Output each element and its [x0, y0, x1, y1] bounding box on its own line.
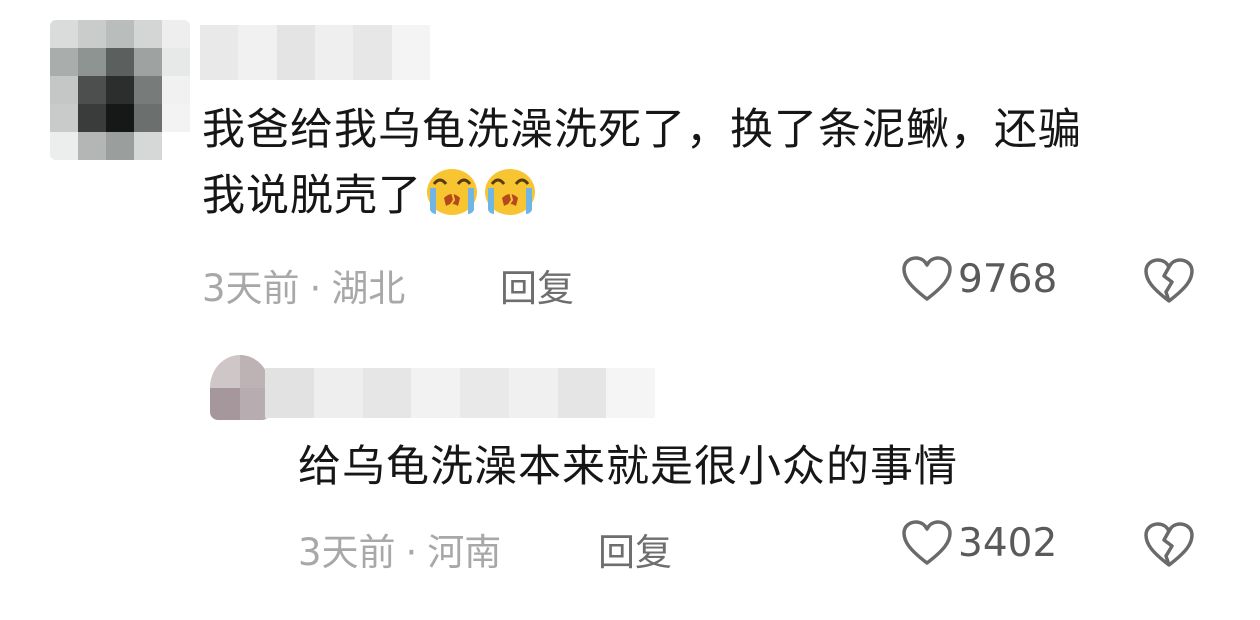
- comment-location: 湖北: [331, 267, 406, 310]
- reply-button[interactable]: 回复: [598, 522, 672, 576]
- comment-time: 3天前: [202, 267, 300, 310]
- reply-button[interactable]: 回复: [500, 258, 574, 312]
- commenter-avatar[interactable]: [50, 20, 190, 160]
- like-count: 9768: [958, 256, 1058, 302]
- broken-heart-icon: [1144, 258, 1194, 303]
- comment-time: 3天前: [298, 531, 396, 574]
- commenter-name-obscured[interactable]: [200, 25, 430, 80]
- meta-separator: ·: [309, 267, 322, 310]
- dislike-button[interactable]: [1142, 256, 1196, 306]
- comment-meta: 3天前 · 湖北: [202, 258, 405, 312]
- like-button[interactable]: 9768: [900, 254, 1057, 304]
- like-count: 3402: [958, 520, 1058, 566]
- comment-location: 河南: [427, 531, 502, 574]
- meta-separator: ·: [405, 531, 418, 574]
- broken-heart-icon: [1144, 522, 1194, 567]
- reply-commenter-name-obscured[interactable]: [265, 368, 655, 418]
- heart-outline-icon: [902, 520, 952, 565]
- crying-face-emoji: [427, 169, 477, 215]
- like-button[interactable]: 3402: [900, 518, 1057, 568]
- comment-text-continued: 我说脱壳了: [202, 162, 538, 228]
- heart-outline-icon: [902, 256, 952, 301]
- reply-commenter-avatar[interactable]: [210, 355, 270, 420]
- dislike-button[interactable]: [1142, 520, 1196, 570]
- comment-text-line: 我说脱壳了: [202, 171, 422, 221]
- crying-face-emoji: [485, 169, 535, 215]
- reply-comment-meta: 3天前 · 河南: [298, 522, 501, 576]
- reply-comment-text: 给乌龟洗澡本来就是很小众的事情: [298, 442, 958, 492]
- comment-text: 我爸给我乌龟洗澡洗死了，换了条泥鳅，还骗: [202, 105, 1082, 155]
